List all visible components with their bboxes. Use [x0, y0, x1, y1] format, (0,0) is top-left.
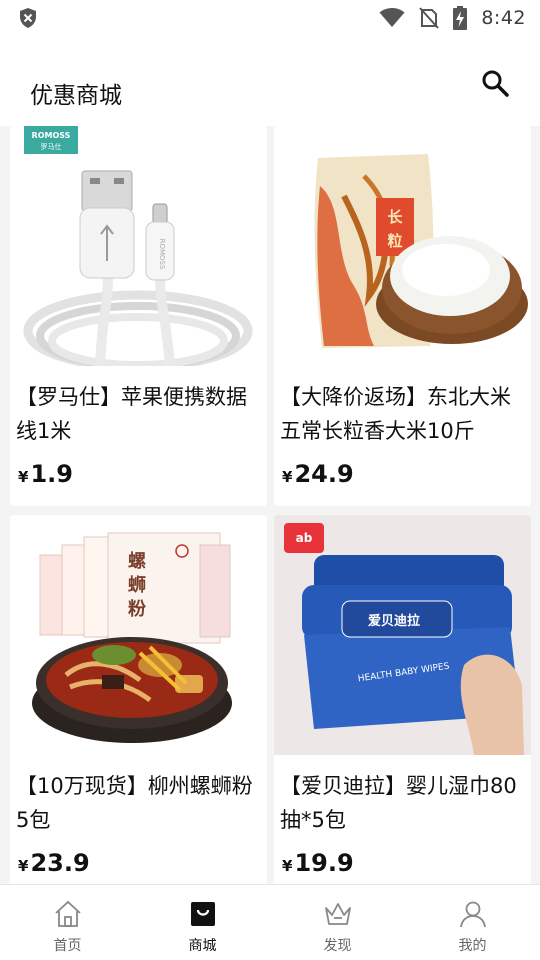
product-name: 【罗马仕】苹果便携数据线1米 [16, 385, 247, 443]
currency-symbol: ¥ [282, 857, 293, 875]
status-bar: 8:42 [0, 0, 540, 36]
svg-text:蛳: 蛳 [128, 575, 146, 596]
product-grid[interactable]: ROMOSS 罗马仕 ROMOSS 【罗马仕】苹果便携数据线1米 ¥ 1.9 长… [0, 126, 540, 884]
wipes-image: ab 爱贝迪拉 HEALTH BABY WIPES [274, 515, 531, 755]
price-value: 24.9 [294, 460, 354, 488]
product-price: ¥ 1.9 [18, 460, 73, 488]
price-value: 1.9 [30, 460, 73, 488]
svg-text:爱贝迪拉: 爱贝迪拉 [368, 613, 420, 629]
crown-icon [324, 903, 351, 925]
wifi-icon [379, 8, 405, 27]
product-card[interactable]: ab 爱贝迪拉 HEALTH BABY WIPES 【爱贝迪拉】婴儿湿巾80抽*… [274, 515, 531, 884]
product-image-rice[interactable]: 长 粒 [274, 126, 531, 366]
product-price: ¥ 24.9 [282, 460, 354, 488]
usb-cable-image: ROMOSS 罗马仕 ROMOSS [23, 126, 253, 366]
product-card[interactable]: 螺 蛳 粉 【10万现货】柳州螺蛳粉5包 ¥ 23.9 [10, 515, 267, 884]
nav-label: 发现 [323, 938, 352, 954]
nav-item-mall[interactable]: 商城 [135, 885, 270, 960]
nav-item-me[interactable]: 我的 [405, 885, 540, 960]
shield-icon [20, 8, 36, 28]
product-price: ¥ 23.9 [18, 849, 90, 877]
home-icon [54, 900, 81, 927]
noodles-image: 螺 蛳 粉 [32, 532, 232, 743]
svg-text:长: 长 [387, 208, 403, 226]
svg-text:罗马仕: 罗马仕 [41, 142, 62, 151]
svg-text:粉: 粉 [128, 598, 146, 620]
price-value: 19.9 [294, 849, 354, 877]
bottom-nav: 首页 商城 发现 我的 [0, 884, 540, 960]
svg-text:粒: 粒 [387, 232, 402, 250]
shopping-bag-icon [190, 902, 215, 926]
product-card[interactable]: ROMOSS 罗马仕 ROMOSS 【罗马仕】苹果便携数据线1米 ¥ 1.9 [10, 126, 267, 506]
product-name: 【爱贝迪拉】婴儿湿巾80抽*5包 [280, 774, 517, 832]
currency-symbol: ¥ [282, 468, 293, 486]
product-image-noodles[interactable]: 螺 蛳 粉 [10, 515, 267, 755]
currency-symbol: ¥ [18, 857, 29, 875]
battery-charging-icon [453, 6, 468, 30]
product-image-wipes[interactable]: ab 爱贝迪拉 HEALTH BABY WIPES [274, 515, 531, 755]
no-sim-icon [419, 7, 440, 29]
search-icon[interactable] [480, 68, 510, 98]
rice-image: 长 粒 [314, 154, 528, 348]
nav-label: 我的 [458, 938, 487, 954]
price-value: 23.9 [30, 849, 90, 877]
svg-text:ab: ab [296, 531, 313, 545]
nav-item-discover[interactable]: 发现 [270, 885, 405, 960]
product-name: 【10万现货】柳州螺蛳粉5包 [16, 774, 253, 832]
status-time: 8:42 [481, 7, 526, 29]
header: 优惠商城 [0, 36, 540, 126]
currency-symbol: ¥ [18, 468, 29, 486]
page-title: 优惠商城 [30, 83, 122, 109]
nav-label: 商城 [188, 938, 217, 954]
product-price: ¥ 19.9 [282, 849, 354, 877]
product-name: 【大降价返场】东北大米五常长粒香大米10斤 [280, 385, 511, 443]
svg-text:螺: 螺 [128, 551, 146, 572]
nav-label: 首页 [53, 938, 82, 954]
nav-item-home[interactable]: 首页 [0, 885, 135, 960]
product-image-cable[interactable]: ROMOSS 罗马仕 ROMOSS [10, 126, 267, 366]
svg-text:ROMOSS: ROMOSS [158, 239, 166, 270]
user-icon [459, 901, 486, 928]
product-card[interactable]: 长 粒 【大降价返场】东北大米五常长粒香大米10斤 ¥ 24.9 [274, 126, 531, 506]
svg-text:ROMOSS: ROMOSS [32, 131, 71, 140]
